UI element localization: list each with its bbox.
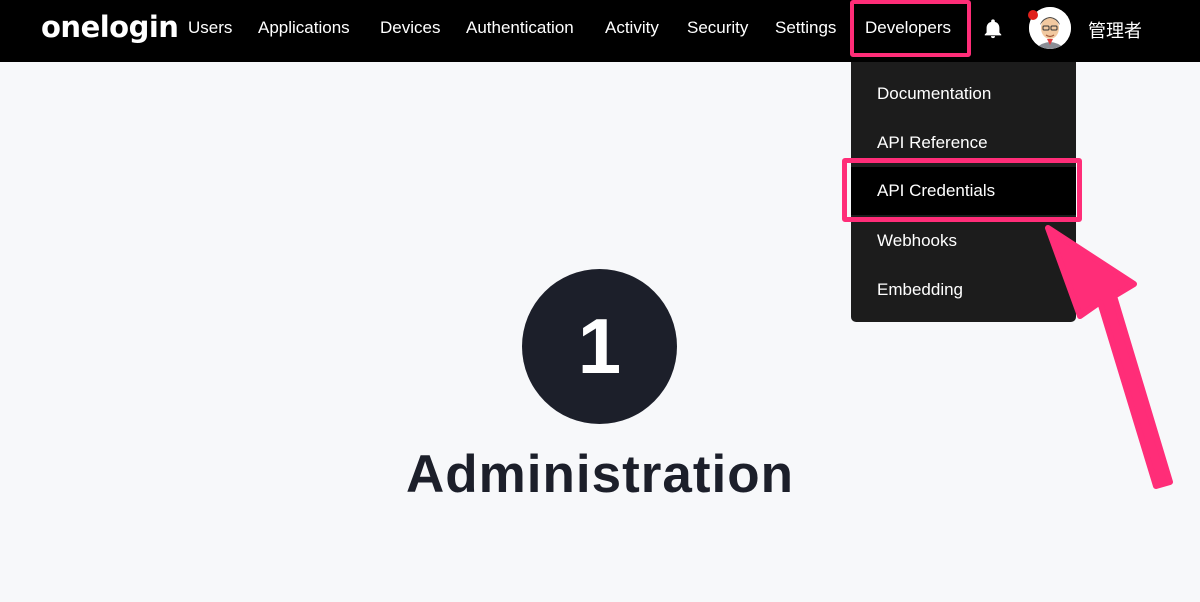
top-navigation-bar: onelogin Users Applications Devices Auth…: [0, 0, 1200, 62]
nav-users[interactable]: Users: [188, 18, 232, 38]
nav-applications[interactable]: Applications: [258, 18, 350, 38]
bell-icon[interactable]: [982, 18, 1004, 40]
nav-devices[interactable]: Devices: [380, 18, 440, 38]
step-number-circle: 1: [522, 269, 677, 424]
menu-item-api-reference[interactable]: API Reference: [877, 133, 988, 153]
menu-item-documentation[interactable]: Documentation: [877, 84, 991, 104]
menu-item-webhooks[interactable]: Webhooks: [877, 231, 957, 251]
username-label[interactable]: 管理者: [1088, 17, 1142, 43]
menu-item-embedding[interactable]: Embedding: [877, 280, 963, 300]
step-title: Administration: [406, 445, 794, 504]
nav-settings[interactable]: Settings: [775, 18, 836, 38]
api-credentials-highlight-box: [842, 158, 1082, 222]
nav-activity[interactable]: Activity: [605, 18, 659, 38]
nav-authentication[interactable]: Authentication: [466, 18, 574, 38]
developers-highlight-box: [850, 0, 971, 57]
notification-dot: [1028, 10, 1038, 20]
step-number: 1: [577, 302, 622, 390]
nav-security[interactable]: Security: [687, 18, 748, 38]
onelogin-logo[interactable]: onelogin: [41, 10, 179, 44]
